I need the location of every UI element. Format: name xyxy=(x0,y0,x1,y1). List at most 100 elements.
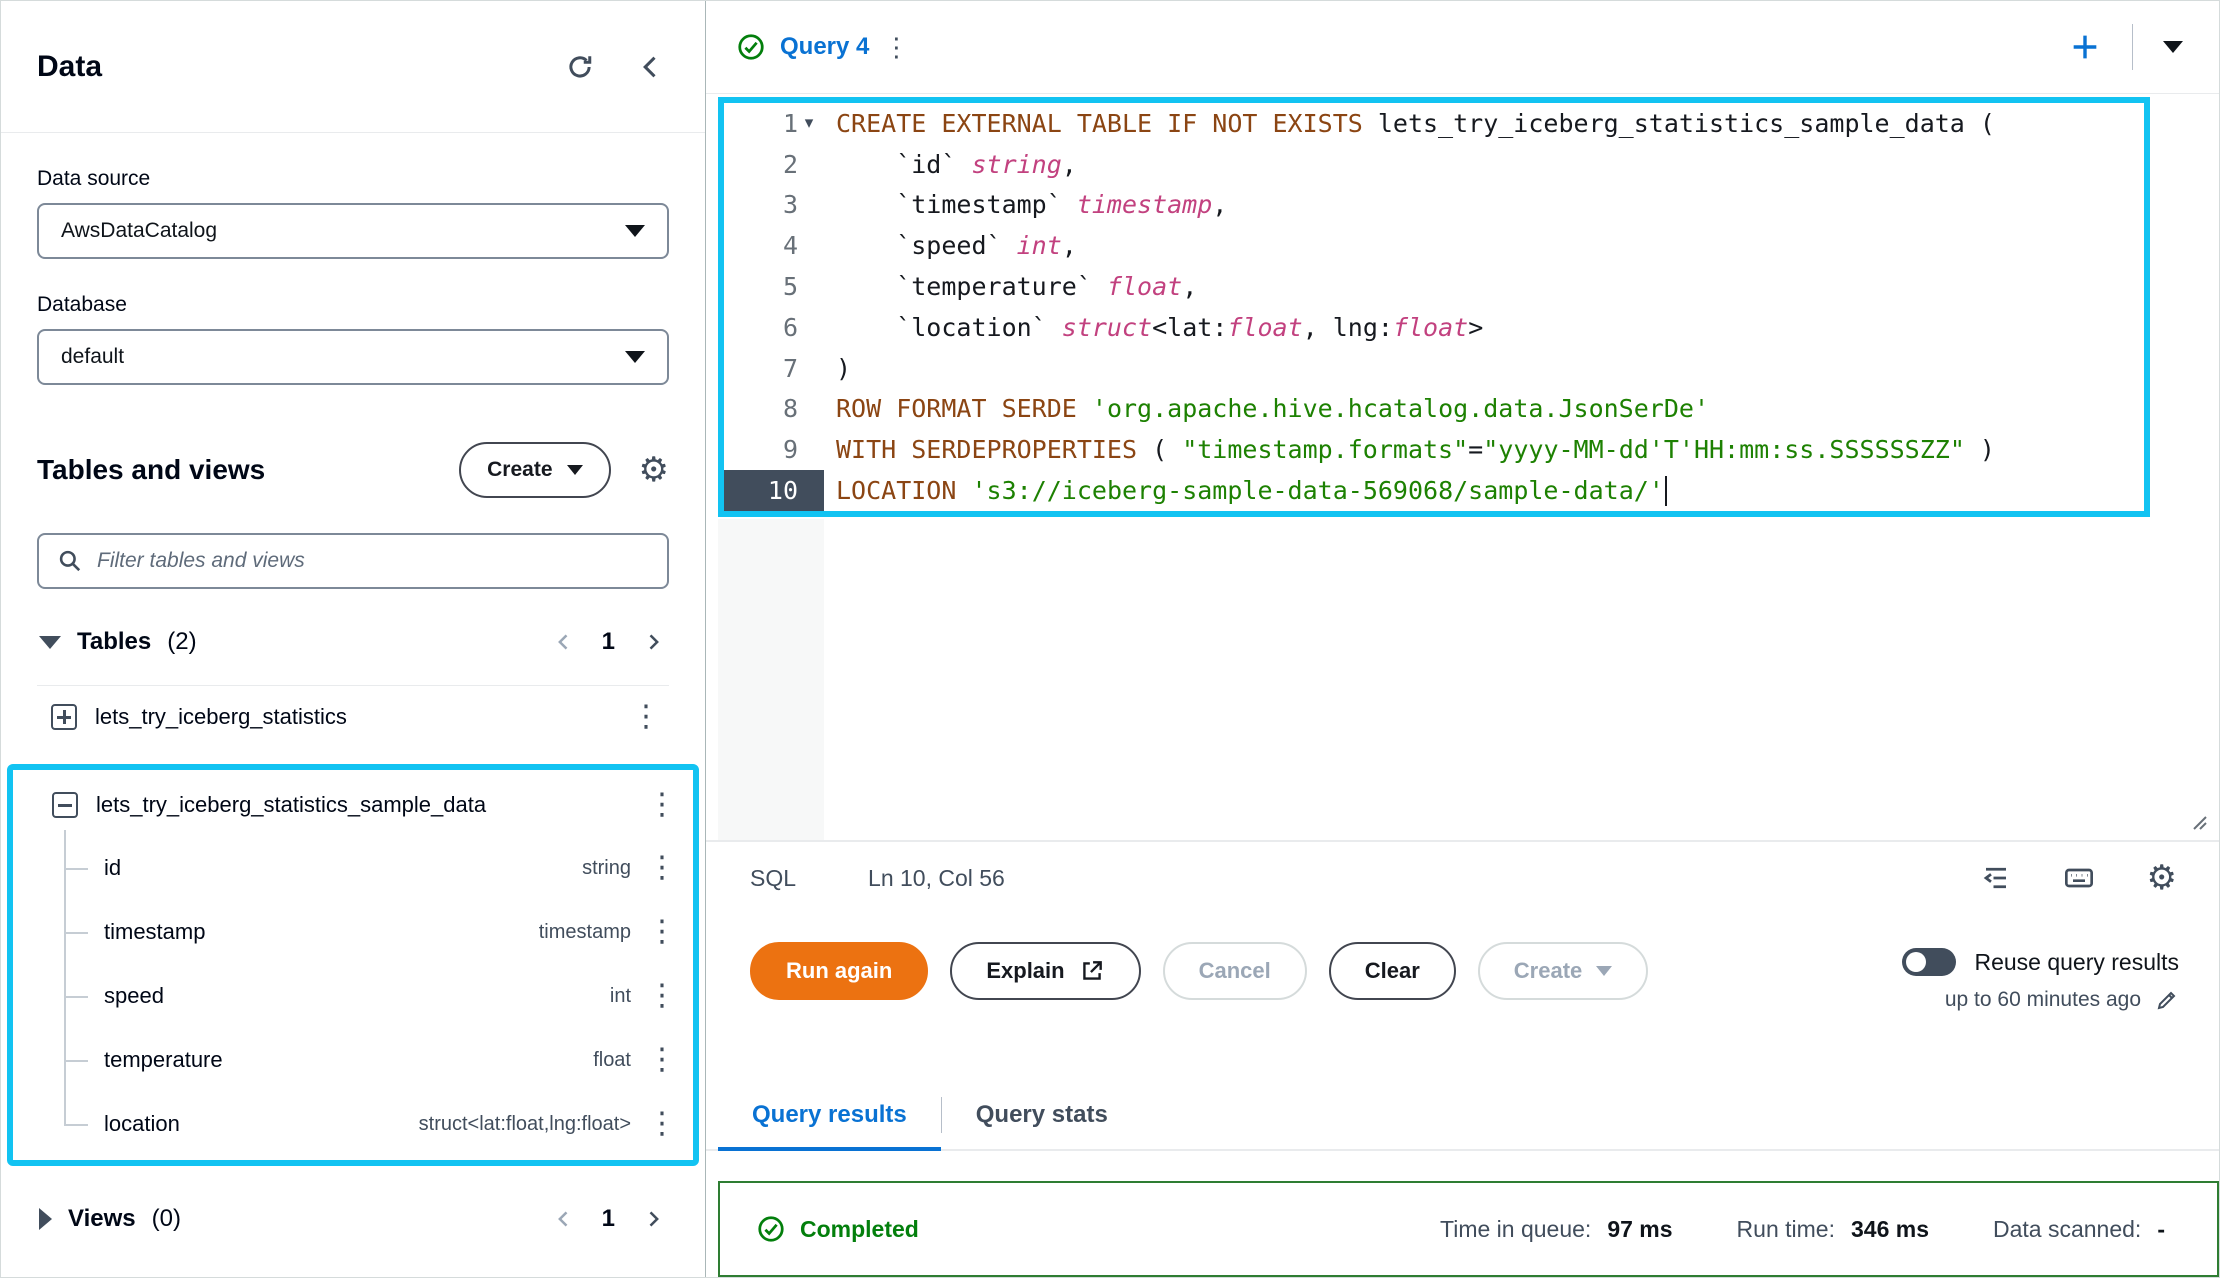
code-line-1[interactable]: 1▾CREATE EXTERNAL TABLE IF NOT EXISTS le… xyxy=(724,103,2144,144)
divider xyxy=(2132,24,2133,70)
line-number: 2 xyxy=(724,144,824,185)
column-name: location xyxy=(104,1111,180,1137)
code-line-4[interactable]: 4 `speed` int, xyxy=(724,225,2144,266)
chevron-down-icon xyxy=(567,465,583,475)
explain-button[interactable]: Explain xyxy=(950,942,1140,1000)
refresh-button[interactable] xyxy=(565,52,595,82)
tab-label: Query results xyxy=(752,1101,907,1129)
text-cursor xyxy=(1665,476,1667,506)
keyboard-icon xyxy=(2063,862,2095,894)
code-line-8[interactable]: 8ROW FORMAT SERDE 'org.apache.hive.hcata… xyxy=(724,389,2144,430)
code-lines: 1▾CREATE EXTERNAL TABLE IF NOT EXISTS le… xyxy=(724,103,2144,511)
column-menu-button[interactable]: ⋮ xyxy=(647,917,677,947)
column-menu-button[interactable]: ⋮ xyxy=(647,981,677,1011)
line-number: 4 xyxy=(724,225,824,266)
code-text: `timestamp` timestamp, xyxy=(824,185,1227,226)
new-query-tab-button[interactable] xyxy=(2068,30,2102,64)
expand-table-icon[interactable] xyxy=(51,704,77,730)
code-text: `temperature` float, xyxy=(824,266,1197,307)
code-line-7[interactable]: 7) xyxy=(724,348,2144,389)
status-badge: Completed xyxy=(800,1216,919,1243)
reuse-results-toggle[interactable] xyxy=(1902,948,1956,976)
create-label: Create xyxy=(1514,958,1582,984)
cancel-button[interactable]: Cancel xyxy=(1163,942,1307,1000)
database-label: Database xyxy=(37,293,669,319)
metric-value: - xyxy=(2157,1216,2165,1243)
collapsed-caret-icon[interactable] xyxy=(39,1208,52,1230)
table-name: lets_try_iceberg_statistics xyxy=(95,704,613,730)
database-value: default xyxy=(61,345,124,369)
results-tabs: Query results Query stats xyxy=(706,1081,2219,1151)
data-source-select[interactable]: AwsDataCatalog xyxy=(37,203,669,259)
page-number[interactable]: 1 xyxy=(602,1205,615,1233)
column-type: struct<lat:float,lng:float> xyxy=(419,1113,631,1136)
next-page-button[interactable] xyxy=(643,632,663,652)
views-section-header: Views (0) 1 xyxy=(37,1202,669,1236)
column-row-id: idstring⋮ xyxy=(13,836,685,900)
table-name: lets_try_iceberg_statistics_sample_data xyxy=(96,792,629,818)
column-name: timestamp xyxy=(104,919,205,945)
format-query-button[interactable] xyxy=(1981,863,2011,893)
keyboard-shortcuts-button[interactable] xyxy=(2063,862,2095,894)
chevron-left-icon xyxy=(637,53,665,81)
settings-gear-icon[interactable]: ⚙ xyxy=(639,453,669,487)
prev-page-button[interactable] xyxy=(554,632,574,652)
tab-label: Query stats xyxy=(976,1101,1108,1129)
editor-resize-handle[interactable] xyxy=(2185,808,2209,832)
tables-views-title: Tables and views xyxy=(37,454,459,486)
column-menu-button[interactable]: ⋮ xyxy=(647,1045,677,1075)
column-type: timestamp xyxy=(539,921,631,944)
chevron-right-icon xyxy=(643,1209,663,1229)
query-tabs-dropdown-button[interactable] xyxy=(2163,41,2183,53)
column-menu-button[interactable]: ⋮ xyxy=(647,1109,677,1139)
page-number[interactable]: 1 xyxy=(602,628,615,656)
edit-pencil-icon[interactable] xyxy=(2155,988,2179,1012)
table-menu-button[interactable]: ⋮ xyxy=(647,790,677,820)
table-row-sample-data[interactable]: lets_try_iceberg_statistics_sample_data … xyxy=(13,774,685,836)
data-source-value: AwsDataCatalog xyxy=(61,219,217,243)
reuse-results-label: Reuse query results xyxy=(1974,949,2179,976)
clear-button[interactable]: Clear xyxy=(1329,942,1456,1000)
table-row-statistics[interactable]: lets_try_iceberg_statistics ⋮ xyxy=(37,686,669,748)
reuse-duration: up to 60 minutes ago xyxy=(1945,988,2141,1012)
column-type: string xyxy=(582,857,631,880)
code-text: CREATE EXTERNAL TABLE IF NOT EXISTS lets… xyxy=(824,103,1995,144)
collapse-table-icon[interactable] xyxy=(52,792,78,818)
run-again-button[interactable]: Run again xyxy=(750,942,928,1000)
code-line-9[interactable]: 9WITH SERDEPROPERTIES ( "timestamp.forma… xyxy=(724,429,2144,470)
chevron-down-icon xyxy=(625,351,645,363)
tab-query-results[interactable]: Query results xyxy=(718,1081,941,1149)
tab-query-4[interactable]: Query 4 ⋮ xyxy=(736,32,909,63)
line-number: 8 xyxy=(724,389,824,430)
format-icon xyxy=(1981,863,2011,893)
database-select[interactable]: default xyxy=(37,329,669,385)
check-circle-icon xyxy=(756,1214,786,1244)
code-line-6[interactable]: 6 `location` struct<lat:float, lng:float… xyxy=(724,307,2144,348)
chevron-left-icon xyxy=(554,632,574,652)
code-line-10[interactable]: 10LOCATION 's3://iceberg-sample-data-569… xyxy=(724,470,2144,511)
collapse-panel-button[interactable] xyxy=(637,53,665,81)
cursor-position: Ln 10, Col 56 xyxy=(868,865,1005,892)
expand-caret-icon[interactable] xyxy=(39,636,61,649)
next-page-button[interactable] xyxy=(643,1209,663,1229)
code-line-5[interactable]: 5 `temperature` float, xyxy=(724,266,2144,307)
chevron-right-icon xyxy=(643,632,663,652)
code-line-2[interactable]: 2 `id` string, xyxy=(724,144,2144,185)
tab-query-stats[interactable]: Query stats xyxy=(942,1081,1142,1149)
language-indicator: SQL xyxy=(750,865,796,892)
line-number: 5 xyxy=(724,266,824,307)
code-text: LOCATION 's3://iceberg-sample-data-56906… xyxy=(824,470,1667,511)
data-source-label: Data source xyxy=(37,167,669,193)
query-editor[interactable]: 1▾CREATE EXTERNAL TABLE IF NOT EXISTS le… xyxy=(706,94,2219,840)
fold-caret-icon[interactable]: ▾ xyxy=(798,113,820,133)
create-dropdown-button[interactable]: Create xyxy=(1478,942,1648,1000)
filter-tables-input[interactable] xyxy=(97,549,649,573)
create-button[interactable]: Create xyxy=(459,442,610,498)
prev-page-button[interactable] xyxy=(554,1209,574,1229)
table-menu-button[interactable]: ⋮ xyxy=(631,702,661,732)
code-line-3[interactable]: 3 `timestamp` timestamp, xyxy=(724,185,2144,226)
column-type: float xyxy=(593,1049,631,1072)
tab-menu-icon[interactable]: ⋮ xyxy=(883,32,909,63)
column-menu-button[interactable]: ⋮ xyxy=(647,853,677,883)
editor-settings-gear-icon[interactable]: ⚙ xyxy=(2147,861,2177,895)
